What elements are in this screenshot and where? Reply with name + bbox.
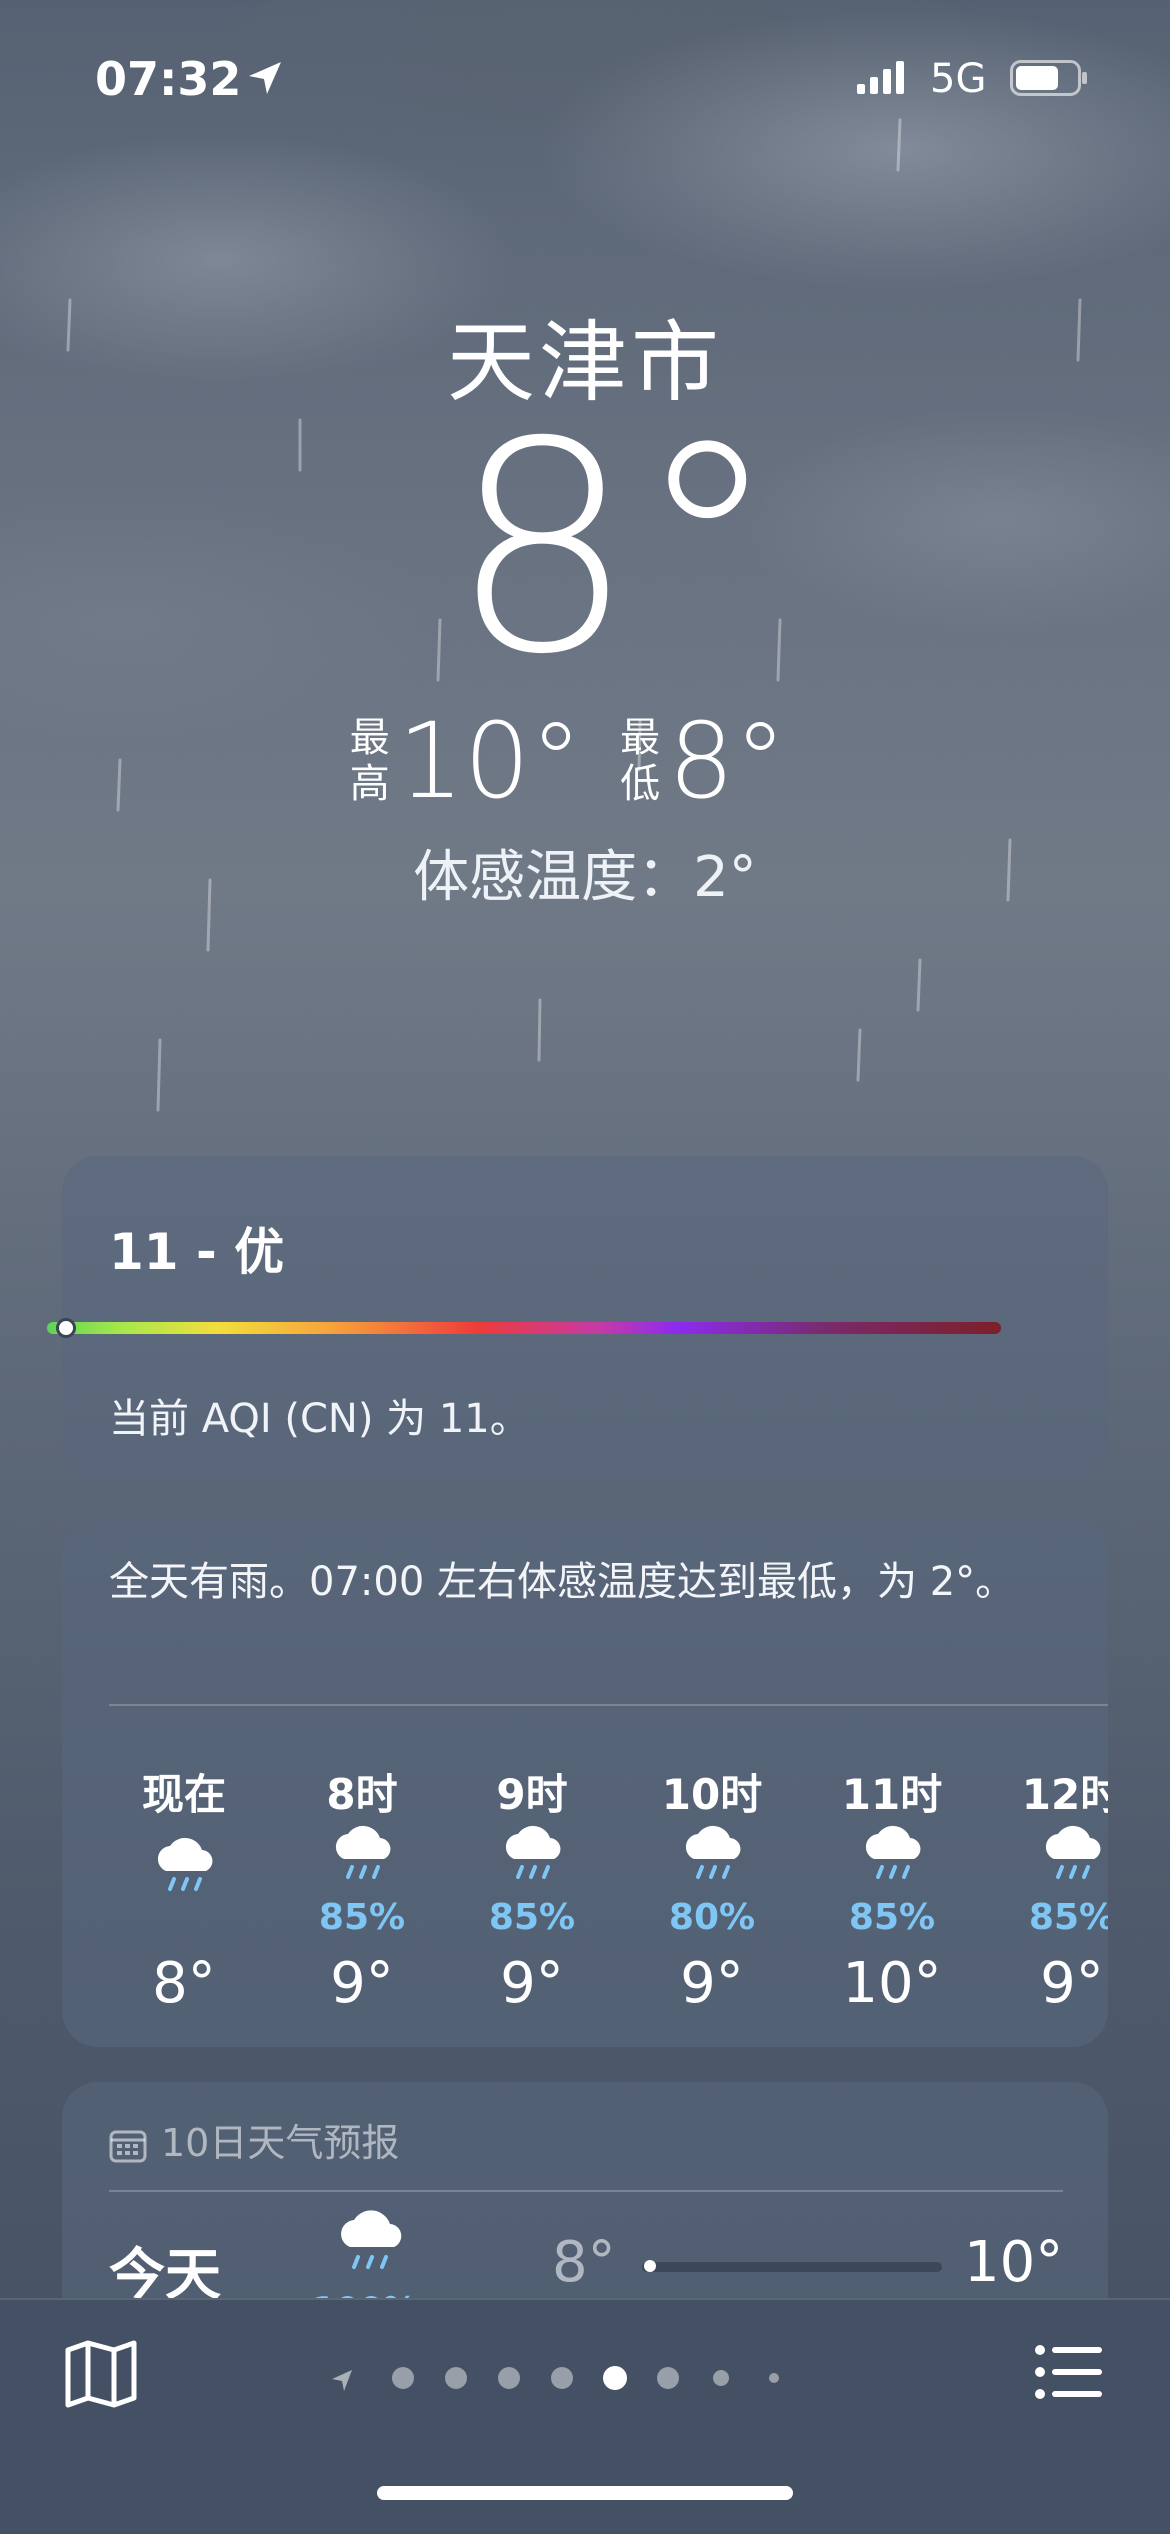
page-dot[interactable] <box>498 2367 520 2389</box>
map-icon[interactable] <box>64 2340 138 2408</box>
rain-cloud-icon <box>865 1825 921 1879</box>
high-low-temperatures: 最高 10° 最低 8° <box>0 700 1170 822</box>
hour-label: 8时 <box>326 1770 398 1819</box>
status-bar: 07:32 5G <box>0 0 1170 150</box>
rain-cloud-icon <box>157 1837 213 1891</box>
forecast-summary: 全天有雨。07:00 左右体感温度达到最低，为 2°。 <box>109 1559 1016 1605</box>
low-temperature: 8° <box>668 700 787 822</box>
network-type: 5G <box>930 56 987 102</box>
precipitation-chance: 85% <box>848 1897 936 1938</box>
high-temperature: 10° <box>397 700 583 822</box>
hour-label: 10时 <box>661 1770 763 1819</box>
rain-cloud-icon <box>505 1825 561 1879</box>
precipitation-chance: 85% <box>488 1897 576 1938</box>
aqi-level-marker <box>56 1318 77 1338</box>
today-high: 10° <box>964 2230 1064 2295</box>
today-low: 8° <box>552 2230 616 2295</box>
page-dot[interactable] <box>769 2373 779 2383</box>
status-time: 07:32 <box>95 52 242 106</box>
aqi-value: 11 - 优 <box>109 1223 285 1281</box>
hour-temperature: 9° <box>680 1951 744 2016</box>
hourly-list[interactable]: 现在 8° 8时 85% 9° 9时 85% 9° 10时 80% 9° 11时 85% 10° 12时 85… <box>62 1719 1108 2039</box>
page-indicator[interactable] <box>330 2358 850 2398</box>
rain-cloud-icon <box>1045 1825 1101 1879</box>
ten-day-header: 10日天气预报 <box>109 2112 399 2167</box>
current-temp-marker <box>644 2260 656 2272</box>
hour-temperature: 9° <box>330 1951 394 2016</box>
home-indicator <box>377 2486 793 2500</box>
aqi-description: 当前 AQI (CN) 为 11。 <box>109 1396 530 1442</box>
page-dot[interactable] <box>657 2367 679 2389</box>
hour-label: 11时 <box>841 1770 943 1819</box>
ten-day-title: 10日天气预报 <box>161 2121 400 2165</box>
page-dot[interactable] <box>603 2366 627 2390</box>
page-dot[interactable] <box>713 2370 729 2386</box>
battery-icon <box>1010 60 1087 96</box>
location-page-icon[interactable] <box>332 2370 352 2391</box>
high-label: 最高 <box>349 715 390 807</box>
hourly-forecast-card[interactable]: 全天有雨。07:00 左右体感温度达到最低，为 2°。 现在 8° 8时 85% 9° 9… <box>62 1519 1108 2047</box>
rain-cloud-icon <box>341 2210 402 2269</box>
hour-label: 9时 <box>496 1770 568 1819</box>
calendar-icon <box>109 2130 147 2162</box>
aqi-scale-bar <box>47 1322 1001 1334</box>
page-dot[interactable] <box>392 2367 414 2389</box>
hour-temperature: 8° <box>152 1951 216 2016</box>
location-arrow-icon <box>249 62 281 94</box>
low-label: 最低 <box>620 715 661 807</box>
hour-temperature: 9° <box>1040 1951 1104 2016</box>
hour-label: 现在 <box>141 1770 226 1819</box>
precipitation-chance: 85% <box>1028 1897 1108 1938</box>
precipitation-chance: 85% <box>318 1897 406 1938</box>
page-dot[interactable] <box>445 2367 467 2389</box>
hour-temperature: 10° <box>842 1951 942 2016</box>
feels-like-temperature: 体感温度：2° <box>413 845 757 910</box>
signal-icon <box>857 61 904 94</box>
rain-cloud-icon <box>685 1825 741 1879</box>
page-dot[interactable] <box>551 2367 573 2389</box>
current-temperature: 8° <box>450 381 780 718</box>
hour-temperature: 9° <box>500 1951 564 2016</box>
hour-label: 12时 <box>1021 1770 1108 1819</box>
aqi-card[interactable]: 11 - 优 当前 AQI (CN) 为 11。 <box>62 1156 1108 1482</box>
divider <box>109 1704 1108 1706</box>
rain-cloud-icon <box>335 1825 391 1879</box>
today-temp-range-bar <box>642 2262 942 2272</box>
list-icon[interactable] <box>1034 2342 1104 2402</box>
precipitation-chance: 80% <box>668 1897 756 1938</box>
divider <box>109 2190 1063 2192</box>
